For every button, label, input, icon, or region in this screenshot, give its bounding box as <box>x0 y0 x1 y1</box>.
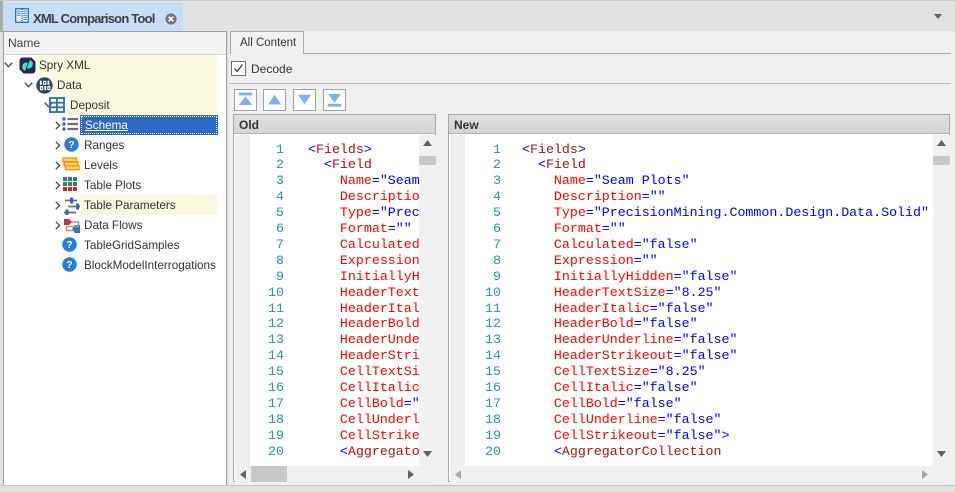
svg-text:?: ? <box>68 139 74 151</box>
svg-text:?: ? <box>66 259 72 271</box>
svg-text:?: ? <box>66 239 72 251</box>
